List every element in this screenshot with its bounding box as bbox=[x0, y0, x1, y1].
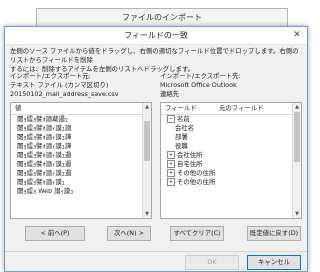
scroll-up-icon[interactable]: ▲ bbox=[143, 103, 151, 111]
source-values-list[interactable]: 値 閾ｮ繧ｮ譬ｫ譛蔵遏ｭ 閾ｮ繧ｮ譬ｫ譛ｨ謨ｭ譛 閾ｮ繧ｮ譬ｫ譛ｨ謨ｭ譁 閾ｮ繧ｮ譬ｫ… bbox=[10, 102, 152, 219]
scroll-thumb[interactable] bbox=[144, 121, 150, 161]
cancel-button[interactable]: キャンセル bbox=[247, 255, 301, 270]
source-type: テキスト ファイル (カンマ区切り) bbox=[10, 81, 109, 89]
target-field-label: 会社名 bbox=[175, 124, 195, 132]
prev-button[interactable]: < 前へ(P) bbox=[25, 226, 85, 241]
source-file-name: 20150102_mail_address_save.csv bbox=[10, 90, 119, 98]
ok-button[interactable]: OK bbox=[185, 255, 239, 270]
expand-icon[interactable]: + bbox=[167, 169, 175, 177]
collapse-icon[interactable]: − bbox=[167, 115, 175, 123]
target-list-header: フィールド 元のフィールド bbox=[161, 103, 301, 115]
map-fields-dialog: フィールドの一致 ✕ 左側のソース ファイルから値をドラッグし、右側の適切なフィ… bbox=[4, 26, 308, 272]
dialog-title: フィールドの一致 bbox=[124, 31, 188, 40]
source-value-item[interactable]: 閾ｮ繧ｮ譬ｫ譛ｨ謨ｭ遏 bbox=[11, 169, 151, 178]
target-field-label: 名前 bbox=[177, 115, 190, 123]
target-field-item[interactable]: − 名前 bbox=[161, 115, 301, 124]
target-field-label: 部署 bbox=[175, 133, 188, 141]
source-rows: 閾ｮ繧ｮ譬ｫ譛蔵遏ｭ 閾ｮ繧ｮ譬ｫ譛ｨ謨ｭ譛 閾ｮ繧ｮ譬ｫ譛ｨ謨ｭ譁 閾ｮ繧ｮ譬ｫ譛ｨ… bbox=[11, 115, 151, 196]
target-rows: − 名前 会社名 部署 役職 + 会社住所 + 自宅住所 + その他の住所 + その他の住所 bbox=[161, 115, 301, 187]
reset-default-button[interactable]: 既定値に戻す(D) bbox=[247, 226, 301, 241]
scroll-down-icon[interactable]: ▼ bbox=[143, 210, 151, 218]
clear-all-button[interactable]: すべてクリア(C) bbox=[170, 226, 224, 241]
expand-icon[interactable]: + bbox=[167, 160, 175, 168]
source-value-item[interactable]: 閾ｮ繧ｮ譬ｫ譛ｨ謨ｭ譁 bbox=[11, 142, 151, 151]
source-section-label: インポート/エクスポート元: bbox=[10, 72, 91, 80]
target-folder: 連絡先 bbox=[160, 90, 180, 98]
source-list-header: 値 bbox=[11, 103, 151, 115]
target-scrollbar[interactable]: ▲ ▼ bbox=[292, 103, 301, 218]
expand-icon[interactable]: + bbox=[167, 151, 175, 159]
import-window-title: ファイルのインポート bbox=[37, 9, 287, 27]
target-field-item[interactable]: + その他の住所 bbox=[161, 169, 301, 178]
instructions-text: 左側のソース ファイルから値をドラッグし、右側の適切なフィールド位置でドロップし… bbox=[10, 47, 302, 74]
target-field-item[interactable]: + その他の住所 bbox=[161, 178, 301, 187]
source-field-column-header: 元のフィールド bbox=[219, 104, 264, 112]
source-scrollbar[interactable]: ▲ ▼ bbox=[142, 103, 151, 218]
next-button[interactable]: 次へ(N) > bbox=[107, 226, 151, 241]
dialog-divider bbox=[5, 251, 307, 252]
target-field-item[interactable]: + 会社住所 bbox=[161, 151, 301, 160]
source-value-item[interactable]: 閾ｮ繧ｮ譬ｫ譛ｨ謨ｭ遏 bbox=[11, 160, 151, 169]
target-field-item[interactable]: 部署 bbox=[161, 133, 301, 142]
source-value-item[interactable]: 閾ｮ繧ｮ譬ｫ譛ｨ謨ｭ譁 bbox=[11, 133, 151, 142]
dialog-title-bar: フィールドの一致 ✕ bbox=[5, 27, 307, 45]
target-field-label: 会社住所 bbox=[177, 151, 203, 159]
target-field-item[interactable]: 会社名 bbox=[161, 124, 301, 133]
source-value-item[interactable]: 閾ｮ繧ｮ譬ｫ譛ｨ謨ｭ bbox=[11, 178, 151, 187]
target-field-label: 役職 bbox=[175, 142, 188, 150]
target-field-item[interactable]: + 自宅住所 bbox=[161, 160, 301, 169]
field-column-header: フィールド bbox=[165, 104, 197, 112]
target-app: Microsoft Office Outlook bbox=[160, 81, 237, 89]
target-field-item[interactable]: 役職 bbox=[161, 142, 301, 151]
source-value-item[interactable]: 閾ｮ繧ｮ譬ｫ譛蔵遏ｭ bbox=[11, 115, 151, 124]
expand-icon[interactable]: + bbox=[167, 178, 175, 186]
target-fields-list[interactable]: フィールド 元のフィールド − 名前 会社名 部署 役職 + 会社住所 + 自宅住所 + その他の住… bbox=[160, 102, 302, 219]
scroll-down-icon[interactable]: ▼ bbox=[293, 210, 301, 218]
target-field-label: その他の住所 bbox=[177, 178, 216, 186]
source-value-item[interactable]: 閾ｮ繧ｮ譬ｫ譛ｨ謨ｭ譛 bbox=[11, 124, 151, 133]
instruction-line: 左側のソース ファイルから値をドラッグし、右側の適切なフィールド位置でドロップし… bbox=[10, 47, 299, 64]
target-section-label: インポート/エクスポート先: bbox=[160, 72, 241, 80]
target-field-label: その他の住所 bbox=[177, 169, 216, 177]
scroll-up-icon[interactable]: ▲ bbox=[293, 103, 301, 111]
close-icon[interactable]: ✕ bbox=[290, 27, 304, 44]
source-value-item[interactable]: 閾ｮ繧ｮ譬ｫ譛ｨ謨ｭ遏 bbox=[11, 151, 151, 160]
scroll-thumb[interactable] bbox=[294, 112, 300, 162]
target-field-label: 自宅住所 bbox=[177, 160, 203, 168]
source-value-item[interactable]: 閾ｮ繧ｮ Web 譛ｨ謨ｭ bbox=[11, 187, 151, 196]
